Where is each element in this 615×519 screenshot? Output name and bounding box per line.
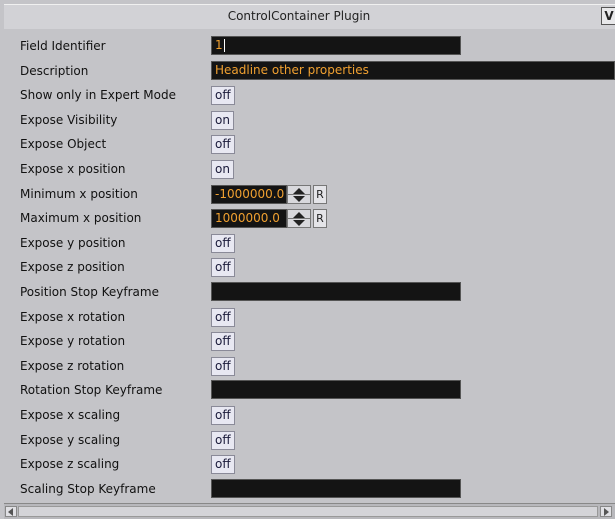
minimum-x-position-input[interactable]: -1000000.0	[211, 184, 287, 204]
property-row-expose-x-rotation: Expose x rotation off	[4, 305, 615, 329]
field-identifier-field[interactable]: 1	[211, 36, 461, 55]
property-label: Description	[20, 63, 89, 78]
rotation-stop-keyframe-field[interactable]	[211, 380, 461, 400]
expose-x-position-toggle[interactable]: on	[211, 160, 234, 179]
position-stop-keyframe-field[interactable]	[211, 282, 461, 301]
expose-y-rotation-toggle[interactable]: off	[211, 332, 235, 352]
text-cursor	[223, 39, 225, 52]
property-row-rotation-stop-keyframe: Rotation Stop Keyframe	[4, 378, 615, 402]
property-label: Scaling Stop Keyframe	[20, 481, 156, 496]
property-row-expose-y-scaling: Expose y scaling off	[4, 428, 615, 452]
property-row-position-stop-keyframe: Position Stop Keyframe	[4, 280, 615, 304]
property-row-scaling-stop-keyframe: Scaling Stop Keyframe	[4, 477, 615, 501]
scrollbar-thumb[interactable]	[18, 506, 598, 517]
property-row-expose-y-position: Expose y position off	[4, 231, 615, 255]
field-value: Headline other properties	[215, 62, 369, 77]
spinner-control[interactable]	[287, 209, 311, 229]
property-label: Expose z position	[20, 260, 125, 275]
property-row-description: Description Headline other properties	[4, 59, 615, 83]
property-label: Expose x position	[20, 162, 126, 176]
property-row-expose-z-scaling: Expose z scaling off	[4, 452, 615, 476]
show-only-in-expert-mode-toggle[interactable]: off	[211, 86, 235, 106]
property-row-expose-y-rotation: Expose y rotation off	[4, 329, 615, 353]
property-label: Field Identifier	[20, 39, 106, 53]
property-label: Rotation Stop Keyframe	[20, 383, 163, 398]
expose-z-position-toggle[interactable]: off	[211, 258, 235, 278]
property-label: Position Stop Keyframe	[20, 285, 159, 299]
expose-visibility-toggle[interactable]: on	[211, 110, 234, 130]
title-bar: ControlContainer Plugin V	[4, 4, 615, 30]
expose-object-toggle[interactable]: off	[211, 135, 235, 155]
property-row-minimum-x-position: Minimum x position -1000000.0 R	[4, 182, 615, 206]
window-title: ControlContainer Plugin	[227, 9, 371, 23]
expose-z-rotation-toggle[interactable]: off	[211, 356, 235, 376]
field-value: 1	[215, 38, 223, 52]
property-row-field-identifier: Field Identifier 1	[4, 34, 615, 58]
property-row-expose-x-position: Expose x position on	[4, 157, 615, 181]
property-row-show-only-in-expert-mode: Show only in Expert Mode off	[4, 83, 615, 107]
reset-button[interactable]: R	[313, 209, 327, 229]
property-row-expose-z-rotation: Expose z rotation off	[4, 354, 615, 378]
expose-y-position-toggle[interactable]: off	[211, 233, 235, 253]
expose-z-scaling-toggle[interactable]: off	[211, 455, 235, 475]
horizontal-scrollbar[interactable]	[4, 503, 615, 519]
property-label: Expose x rotation	[20, 309, 126, 324]
spin-down-arrow-icon[interactable]	[293, 195, 305, 202]
spinner-divider	[288, 193, 310, 195]
property-label: Show only in Expert Mode	[20, 88, 176, 103]
expose-x-rotation-toggle[interactable]: off	[211, 307, 235, 327]
property-label: Minimum x position	[20, 186, 138, 201]
scaling-stop-keyframe-field[interactable]	[211, 478, 461, 498]
property-label: Expose Visibility	[20, 112, 118, 127]
property-label: Expose y scaling	[20, 432, 121, 447]
spinner-control[interactable]	[287, 184, 311, 204]
property-label: Expose y position	[20, 235, 126, 250]
property-row-expose-visibility: Expose Visibility on	[4, 108, 615, 132]
maximum-x-position-input[interactable]: 1000000.0	[211, 209, 287, 229]
scroll-right-arrow-icon[interactable]	[600, 506, 612, 517]
property-row-expose-x-scaling: Expose x scaling off	[4, 403, 615, 427]
property-row-maximum-x-position: Maximum x position 1000000.0 R	[4, 206, 615, 230]
expose-y-scaling-toggle[interactable]: off	[211, 430, 235, 450]
description-field[interactable]: Headline other properties	[211, 60, 615, 80]
property-row-expose-z-position: Expose z position off	[4, 255, 615, 279]
property-label: Expose x scaling	[20, 408, 121, 422]
property-label: Expose z scaling	[20, 457, 120, 472]
property-label: Expose Object	[20, 137, 107, 152]
plugin-logo-icon[interactable]: V	[601, 7, 615, 25]
expose-x-scaling-toggle[interactable]: off	[211, 406, 235, 425]
property-label: Expose y rotation	[20, 334, 126, 349]
property-label: Maximum x position	[20, 211, 142, 226]
reset-button[interactable]: R	[313, 184, 327, 204]
spinner-divider	[288, 218, 310, 220]
spin-down-arrow-icon[interactable]	[293, 220, 305, 227]
properties-panel: Field Identifier 1 Description Headline oth…	[4, 29, 615, 503]
scroll-left-arrow-icon[interactable]	[5, 506, 17, 517]
property-row-expose-object: Expose Object off	[4, 132, 615, 156]
property-label: Expose z rotation	[20, 358, 125, 373]
